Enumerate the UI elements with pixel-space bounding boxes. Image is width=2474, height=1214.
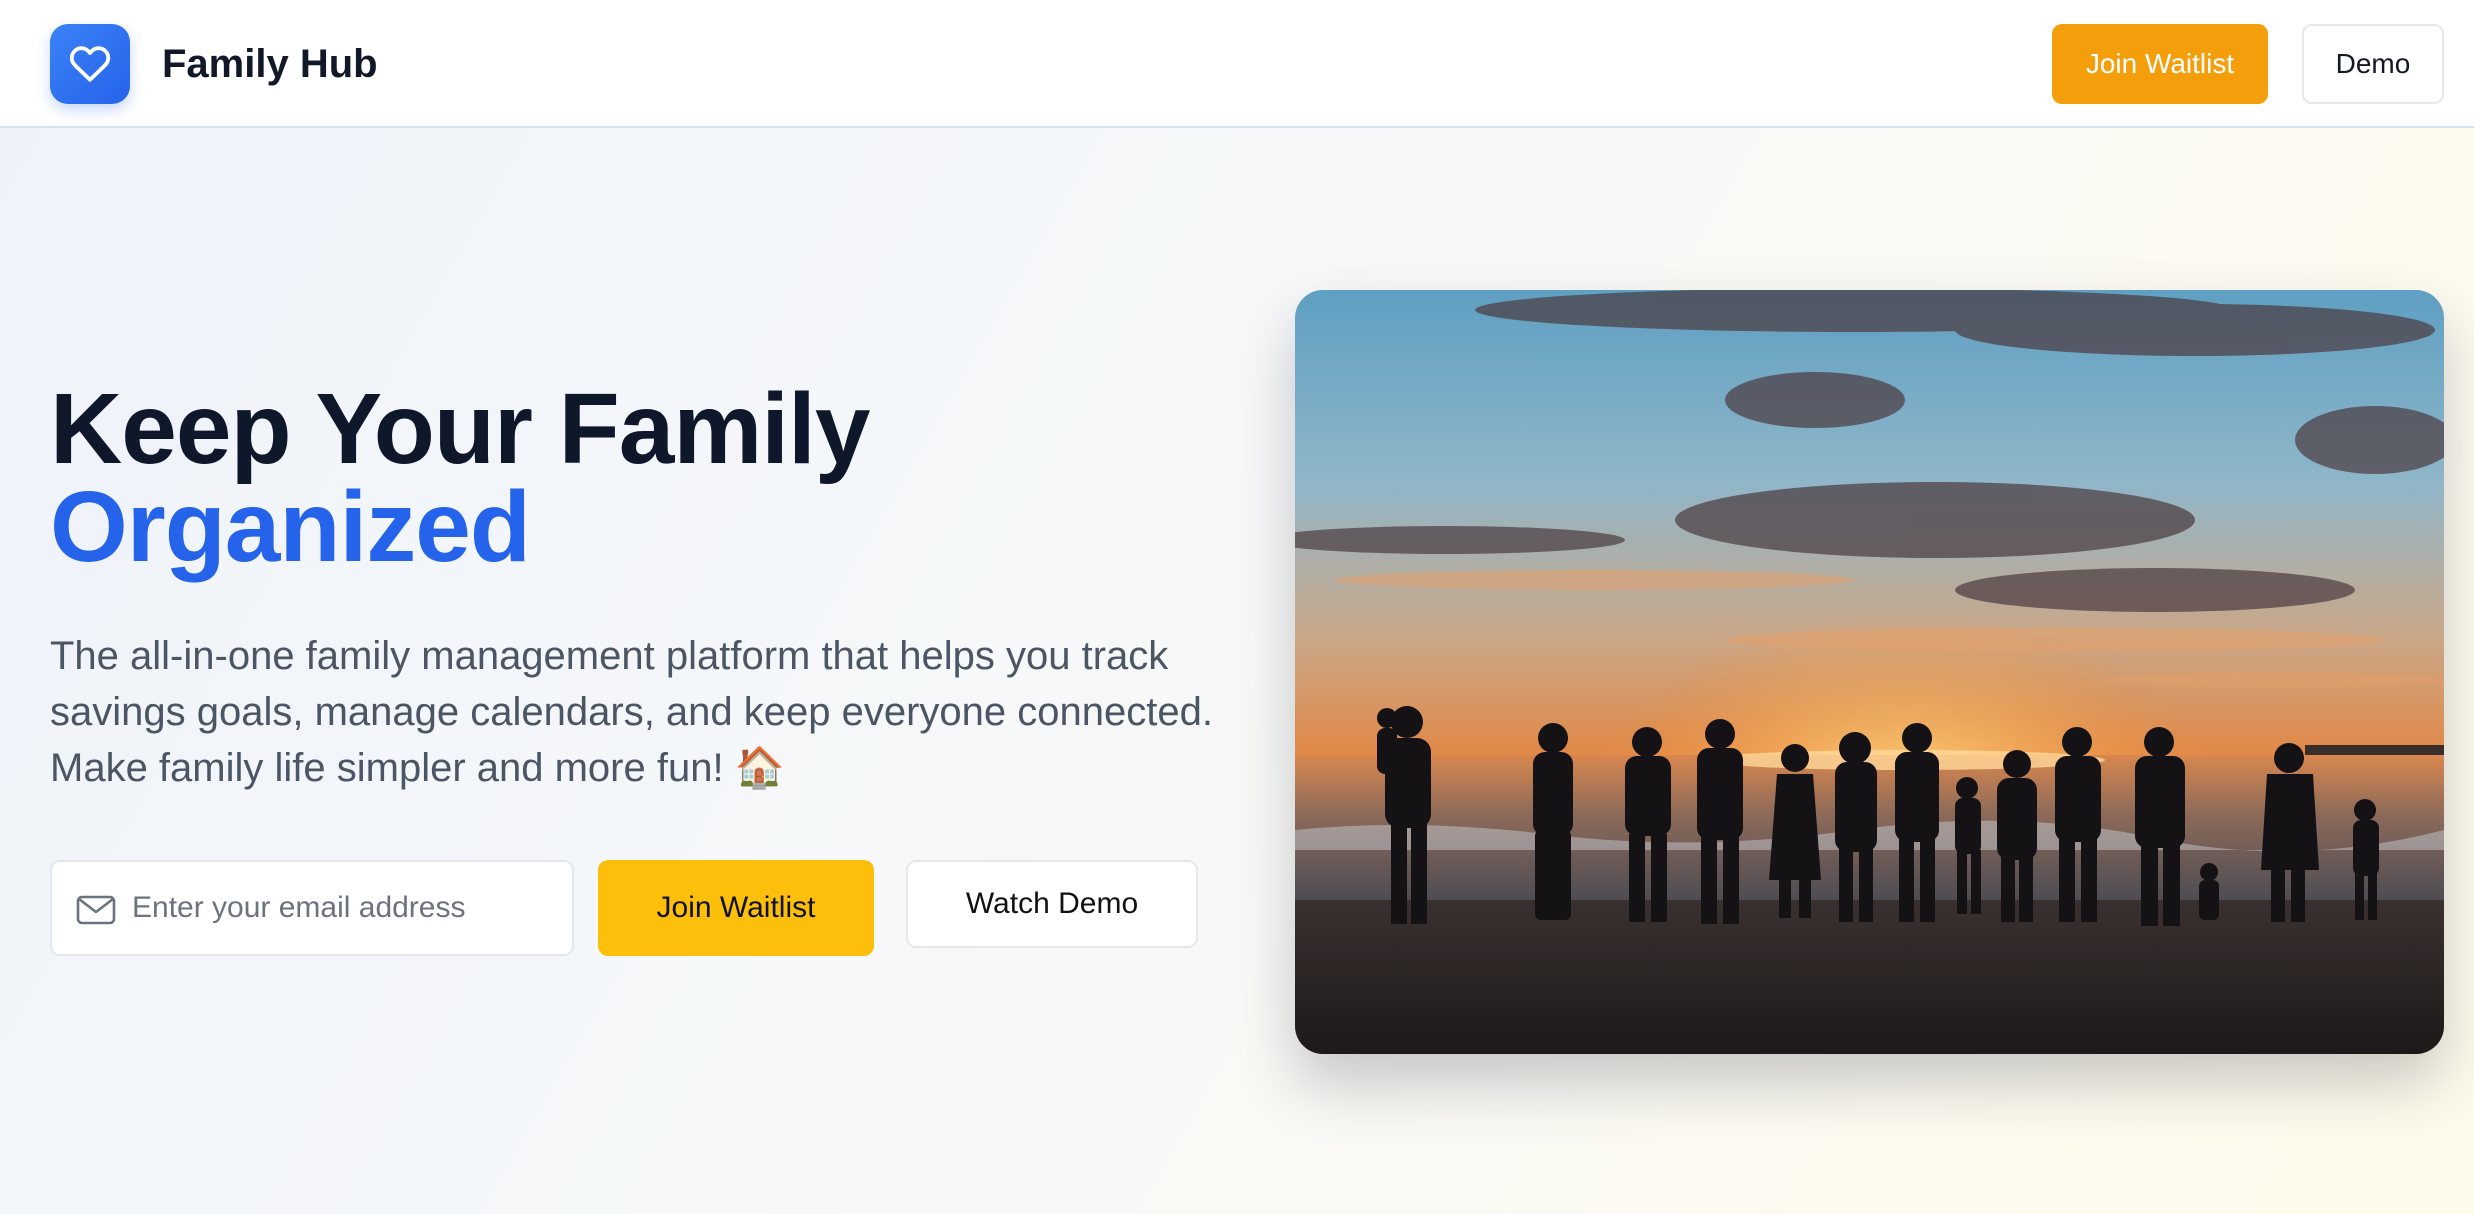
hero-headline-line: Keep Your Family — [50, 373, 870, 485]
mail-icon — [76, 895, 116, 925]
hero-headline-accent: Organized — [50, 471, 531, 583]
hero-subtitle: The all-in-one family management platfor… — [50, 634, 1213, 790]
top-navigation-bar: Family Hub Join Waitlist Demo — [0, 0, 2474, 128]
hero-headline: Keep Your Family Organized — [50, 373, 870, 583]
email-input[interactable] — [132, 862, 562, 954]
watch-demo-button[interactable]: Watch Demo — [906, 860, 1198, 948]
brand-name[interactable]: Family Hub — [162, 38, 378, 90]
header-join-waitlist-button[interactable]: Join Waitlist — [2052, 24, 2268, 104]
logo-badge[interactable] — [50, 24, 130, 104]
hero-join-waitlist-button[interactable]: Join Waitlist — [598, 860, 874, 956]
header-demo-button[interactable]: Demo — [2302, 24, 2444, 104]
email-field-wrapper[interactable] — [50, 860, 574, 956]
hero-image — [1295, 290, 2444, 1054]
heart-icon — [69, 46, 111, 82]
